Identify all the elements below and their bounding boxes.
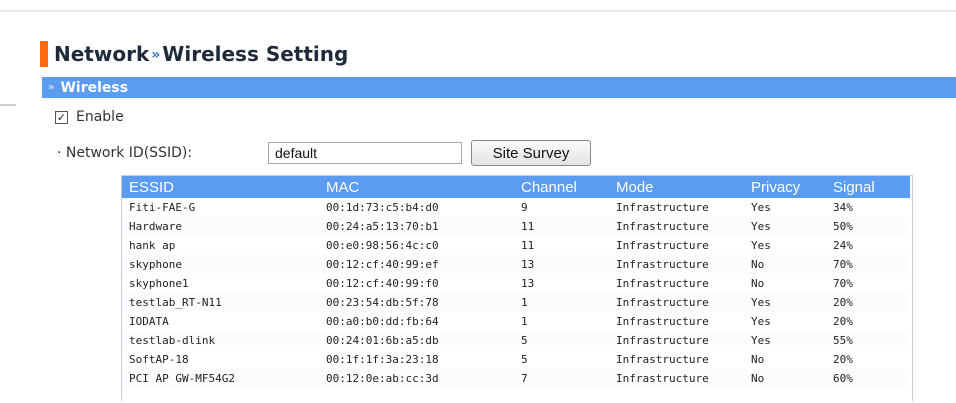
table-row[interactable]: Fiti-FAE-G 00:1d:73:c5:b4:d0 9 Infrastru…: [122, 198, 910, 217]
cell-essid: IODATA: [122, 312, 319, 331]
cell-mode: Infrastructure: [609, 255, 744, 274]
column-header-essid: ESSID: [122, 176, 319, 198]
cell-essid: Fiti-FAE-G: [122, 198, 319, 217]
cell-channel: 5: [514, 350, 609, 369]
enable-row: ✓ Enable: [55, 109, 124, 125]
cell-mode: Infrastructure: [609, 198, 744, 217]
cell-signal: 60%: [826, 369, 910, 388]
table-row[interactable]: IODATA 00:a0:b0:dd:fb:64 1 Infrastructur…: [122, 312, 910, 331]
cell-signal: 24%: [826, 236, 910, 255]
cell-privacy: Yes: [744, 217, 826, 236]
enable-label: Enable: [76, 109, 124, 125]
cell-signal: 34%: [826, 198, 910, 217]
cell-mac: 00:23:54:db:5f:78: [319, 293, 514, 312]
cell-mac: 00:24:01:6b:a5:db: [319, 331, 514, 350]
ssid-label: · Network ID(SSID):: [57, 145, 193, 161]
cell-signal: 70%: [826, 274, 910, 293]
cell-mac: 00:12:cf:40:99:f0: [319, 274, 514, 293]
cell-essid: hank ap: [122, 236, 319, 255]
left-edge-marker: [0, 104, 16, 106]
ssid-input[interactable]: [268, 142, 462, 164]
cell-mode: Infrastructure: [609, 217, 744, 236]
cell-channel: 1: [514, 293, 609, 312]
cell-signal: 20%: [826, 312, 910, 331]
cell-mode: Infrastructure: [609, 312, 744, 331]
cell-channel: 9: [514, 198, 609, 217]
column-header-privacy: Privacy: [744, 176, 826, 198]
cell-signal: 50%: [826, 217, 910, 236]
cell-mac: 00:1f:1f:3a:23:18: [319, 350, 514, 369]
cell-mac: 00:e0:98:56:4c:c0: [319, 236, 514, 255]
cell-privacy: No: [744, 350, 826, 369]
table-header-row: ESSID MAC Channel Mode Privacy Signal: [122, 176, 910, 198]
cell-mac: 00:1d:73:c5:b4:d0: [319, 198, 514, 217]
cell-essid: SoftAP-18: [122, 350, 319, 369]
enable-checkbox[interactable]: ✓: [55, 110, 68, 124]
top-divider: [0, 10, 956, 12]
cell-essid: PCI AP GW-MF54G2: [122, 369, 319, 388]
column-header-channel: Channel: [514, 176, 609, 198]
site-survey-button[interactable]: Site Survey: [471, 140, 591, 166]
cell-signal: 20%: [826, 350, 910, 369]
cell-channel: 5: [514, 331, 609, 350]
cell-channel: 13: [514, 255, 609, 274]
column-header-mode: Mode: [609, 176, 744, 198]
cell-privacy: Yes: [744, 198, 826, 217]
page-title: Network» Wireless Setting: [40, 40, 348, 68]
cell-privacy: No: [744, 255, 826, 274]
cell-channel: 1: [514, 312, 609, 331]
cell-privacy: Yes: [744, 236, 826, 255]
title-accent-bar: [40, 41, 48, 67]
site-survey-table: ESSID MAC Channel Mode Privacy Signal Fi…: [121, 175, 913, 401]
cell-essid: testlab_RT-N11: [122, 293, 319, 312]
cell-mode: Infrastructure: [609, 331, 744, 350]
title-separator-icon: »: [151, 47, 161, 63]
section-title: Wireless: [60, 79, 129, 96]
table-row[interactable]: PCI AP GW-MF54G2 00:12:0e:ab:cc:3d 7 Inf…: [122, 369, 910, 388]
cell-mode: Infrastructure: [609, 369, 744, 388]
table-row[interactable]: hank ap 00:e0:98:56:4c:c0 11 Infrastruct…: [122, 236, 910, 255]
cell-privacy: No: [744, 369, 826, 388]
cell-privacy: Yes: [744, 312, 826, 331]
title-network: Network: [54, 42, 150, 66]
cell-essid: skyphone1: [122, 274, 319, 293]
checkmark-icon: ✓: [56, 110, 67, 124]
cell-signal: 70%: [826, 255, 910, 274]
cell-privacy: Yes: [744, 331, 826, 350]
cell-essid: Hardware: [122, 217, 319, 236]
chevron-right-icon: »: [48, 82, 55, 93]
cell-signal: 55%: [826, 331, 910, 350]
table-row[interactable]: testlab-dlink 00:24:01:6b:a5:db 5 Infras…: [122, 331, 910, 350]
cell-essid: testlab-dlink: [122, 331, 319, 350]
column-header-mac: MAC: [319, 176, 514, 198]
cell-mac: 00:a0:b0:dd:fb:64: [319, 312, 514, 331]
table-row[interactable]: skyphone 00:12:cf:40:99:ef 13 Infrastruc…: [122, 255, 910, 274]
cell-channel: 11: [514, 236, 609, 255]
cell-mode: Infrastructure: [609, 274, 744, 293]
cell-channel: 13: [514, 274, 609, 293]
column-header-signal: Signal: [826, 176, 910, 198]
cell-channel: 11: [514, 217, 609, 236]
cell-mode: Infrastructure: [609, 236, 744, 255]
cell-signal: 20%: [826, 293, 910, 312]
cell-mode: Infrastructure: [609, 293, 744, 312]
table-row[interactable]: skyphone1 00:12:cf:40:99:f0 13 Infrastru…: [122, 274, 910, 293]
wireless-section-header: » Wireless: [42, 77, 956, 98]
cell-channel: 7: [514, 369, 609, 388]
cell-mac: 00:12:0e:ab:cc:3d: [319, 369, 514, 388]
cell-mac: 00:12:cf:40:99:ef: [319, 255, 514, 274]
cell-essid: skyphone: [122, 255, 319, 274]
table-row[interactable]: SoftAP-18 00:1f:1f:3a:23:18 5 Infrastruc…: [122, 350, 910, 369]
cell-mac: 00:24:a5:13:70:b1: [319, 217, 514, 236]
table-row[interactable]: Hardware 00:24:a5:13:70:b1 11 Infrastruc…: [122, 217, 910, 236]
cell-privacy: Yes: [744, 293, 826, 312]
cell-privacy: No: [744, 274, 826, 293]
title-wireless-setting: Wireless Setting: [162, 42, 349, 66]
table-row[interactable]: testlab_RT-N11 00:23:54:db:5f:78 1 Infra…: [122, 293, 910, 312]
cell-mode: Infrastructure: [609, 350, 744, 369]
